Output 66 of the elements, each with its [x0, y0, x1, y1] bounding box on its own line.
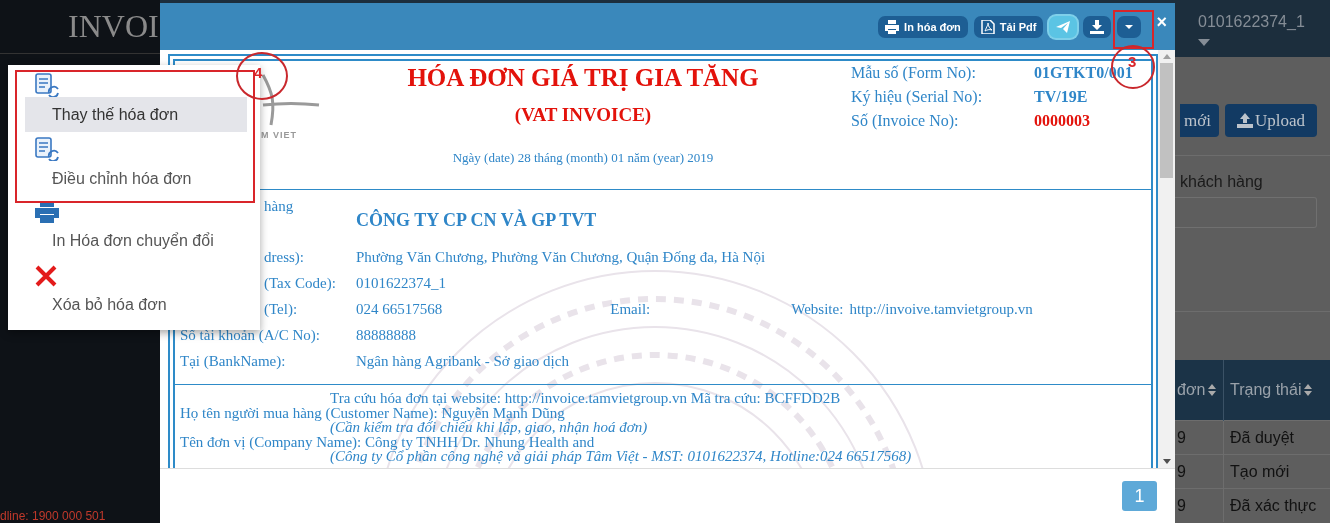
field-label: Email:	[610, 300, 651, 318]
scroll-down-icon	[1162, 459, 1171, 464]
close-button[interactable]: ×	[1156, 12, 1167, 33]
field-label: Số (Invoice No):	[851, 112, 960, 130]
field-label: Mẫu số (Form No):	[851, 64, 977, 82]
field-label: Số tài khoản (A/C No):	[180, 326, 320, 344]
website-link[interactable]: http://invoive.tamvietgroup.vn	[849, 300, 1033, 318]
field-value: 0101622374_1	[356, 274, 446, 292]
field-text: Tên đơn vị (Company Name): Công ty TNHH Dr. Nhung Health and	[180, 434, 596, 450]
field-value: 88888888	[356, 326, 416, 344]
paper-plane-icon	[1056, 19, 1071, 34]
app-title: INVOI	[68, 8, 159, 45]
field-label: (Tel):	[264, 300, 298, 318]
print-button[interactable]: In hóa đơn	[878, 15, 968, 38]
document-refresh-icon	[35, 137, 61, 161]
field-value: Phường Văn Chương, Phường Văn Chương, Quận Đống đa, Hà Nội	[356, 248, 766, 266]
hotline-text: dline: 1900 000 501	[0, 509, 107, 523]
field-label: hàng	[264, 198, 294, 215]
table-cell: Đã xác thực	[1223, 488, 1330, 522]
printer-icon	[885, 19, 900, 34]
download-icon	[1090, 19, 1105, 34]
field-value: 024 66517568	[356, 300, 443, 318]
document-refresh-icon	[35, 73, 61, 97]
caret-icon[interactable]	[1198, 39, 1210, 46]
more-button[interactable]	[1117, 15, 1142, 38]
create-button[interactable]: mới	[1180, 104, 1219, 137]
field-text: Họ tên người mua hàng (Customer Name): Nguyễn Mạnh Dũng	[180, 405, 565, 421]
field-label: Tại (BankName):	[180, 352, 286, 370]
note-text: (Công ty Cổ phần công nghệ và giải pháp Tâm Việt - MST: 0101622374, Hotline:024 66517568)	[330, 449, 913, 464]
logo-text: M VIET	[261, 130, 297, 140]
field-label: (Tax Code):	[264, 274, 336, 292]
company-name: CÔNG TY CP CN VÀ GP TVT	[356, 208, 597, 231]
field-value: TV/19E	[1034, 88, 1089, 106]
annotation-frame	[1113, 10, 1154, 49]
logo-drawing	[261, 73, 321, 128]
invoice-title: HÓA ĐƠN GIÁ TRỊ GIA TĂNG	[407, 64, 759, 92]
field-label: khách hàng	[1180, 172, 1264, 191]
scroll-up-icon	[1162, 54, 1171, 59]
sort-icon	[1208, 384, 1217, 396]
send-button[interactable]	[1049, 15, 1078, 38]
field-label: Website:	[791, 300, 844, 318]
scrollbar[interactable]	[1158, 50, 1175, 468]
table-cell: Đã duyệt	[1223, 420, 1330, 455]
pdf-button[interactable]: Tải Pdf	[973, 15, 1044, 38]
field-value: Ngân hàng Agribank - Sở giao dịch	[356, 352, 569, 370]
printer-icon	[35, 201, 59, 223]
upload-button[interactable]: Upload	[1224, 104, 1317, 137]
search-field[interactable]	[1175, 197, 1317, 228]
download-button[interactable]	[1083, 15, 1112, 38]
upload-icon	[1236, 113, 1253, 128]
column-header[interactable]: đơn	[1175, 360, 1224, 421]
scrollbar-thumb[interactable]	[1160, 63, 1173, 178]
column-header[interactable]: Trạng thái	[1223, 360, 1330, 421]
invoice-subtitle: (VAT INVOICE)	[514, 104, 652, 126]
table-cell: Tạo mới	[1223, 454, 1330, 489]
note-text: (Cần kiểm tra đối chiếu khi lập, giao, nhận hoá đơn)	[330, 420, 649, 435]
field-label: dress):	[264, 248, 304, 266]
cross-icon	[35, 265, 57, 287]
invoice-date: Ngày (date) 28 tháng (month) 01 năm (year) 2019	[452, 150, 714, 166]
field-label: Ký hiệu (Serial No):	[851, 88, 984, 106]
menu-item[interactable]: Thay thế hóa đơn	[25, 73, 247, 133]
field-value: 0000003	[1034, 112, 1091, 130]
pdf-file-icon	[980, 19, 995, 34]
lookup-text: Tra cứu hóa đơn tại website: http://invoice.tamvietgroup.vn Mã tra cứu: BCFFDD2B	[329, 391, 842, 406]
user-name[interactable]: 0101622374_1	[1198, 13, 1330, 31]
sort-icon	[1304, 384, 1313, 396]
